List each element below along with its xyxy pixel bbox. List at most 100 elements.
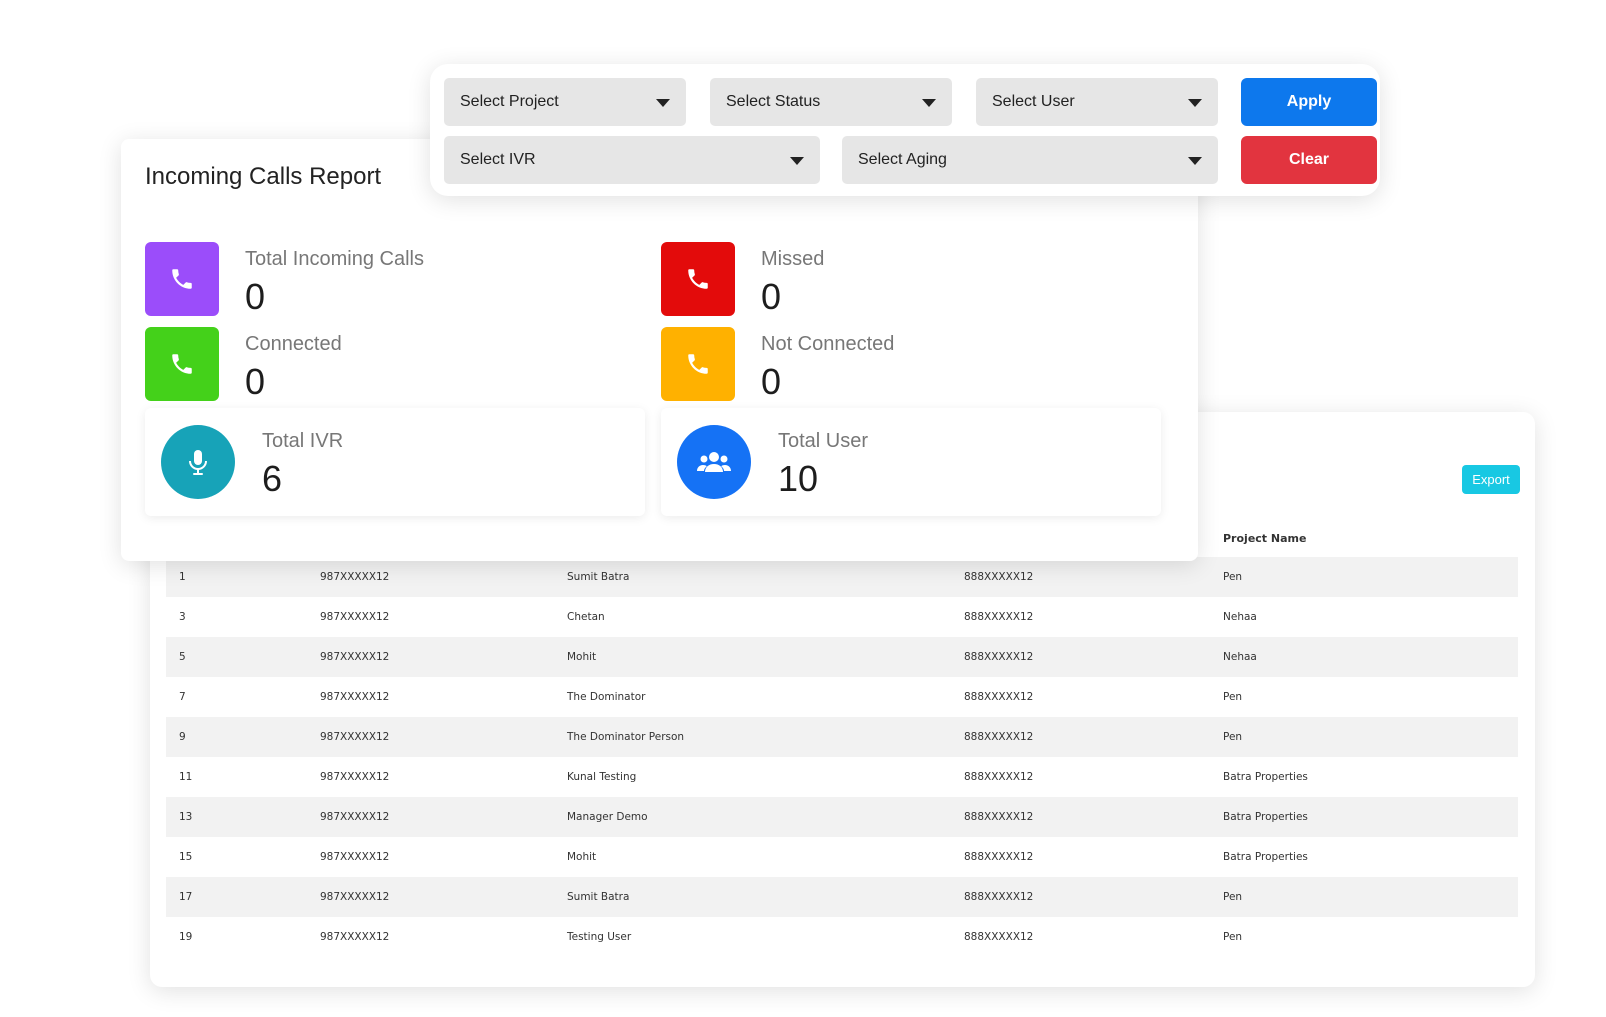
cell-caller-number: 987XXXXX12 bbox=[320, 651, 390, 663]
cell-id: 15 bbox=[179, 851, 193, 863]
cell-project: Batra Properties bbox=[1223, 811, 1308, 823]
cell-name: Manager Demo bbox=[567, 811, 648, 823]
table-row[interactable]: 5 987XXXXX12 Mohit 888XXXXX12 Nehaa bbox=[166, 637, 1518, 677]
select-ivr-label: Select IVR bbox=[460, 151, 536, 168]
cell-caller-number: 987XXXXX12 bbox=[320, 731, 390, 743]
phone-icon bbox=[145, 327, 219, 401]
cell-number: 888XXXXX12 bbox=[964, 731, 1034, 743]
phone-icon bbox=[661, 242, 735, 316]
cell-number: 888XXXXX12 bbox=[964, 611, 1034, 623]
stat-label: Missed bbox=[761, 248, 825, 270]
select-aging-label: Select Aging bbox=[858, 151, 947, 168]
stat-value: 0 bbox=[245, 361, 266, 402]
cell-id: 3 bbox=[179, 611, 186, 623]
stat-label: Total IVR bbox=[262, 430, 344, 452]
select-status-dropdown[interactable]: Select Status bbox=[710, 78, 952, 126]
select-user-label: Select User bbox=[992, 93, 1075, 110]
cell-project: Batra Properties bbox=[1223, 771, 1308, 783]
microphone-icon bbox=[161, 425, 235, 499]
cell-name: Kunal Testing bbox=[567, 771, 637, 783]
cell-id: 11 bbox=[179, 771, 193, 783]
page-title: Incoming Calls Report bbox=[145, 163, 382, 190]
table-row[interactable]: 13 987XXXXX12 Manager Demo 888XXXXX12 Ba… bbox=[166, 797, 1518, 837]
cell-name: Mohit bbox=[567, 651, 597, 663]
cell-caller-number: 987XXXXX12 bbox=[320, 571, 390, 583]
cell-id: 17 bbox=[179, 891, 193, 903]
table-row[interactable]: 7 987XXXXX12 The Dominator 888XXXXX12 Pe… bbox=[166, 677, 1518, 717]
stat-value: 0 bbox=[245, 276, 266, 317]
cell-number: 888XXXXX12 bbox=[964, 891, 1034, 903]
caret-down-icon bbox=[656, 99, 670, 107]
caret-down-icon bbox=[1188, 157, 1202, 165]
cell-number: 888XXXXX12 bbox=[964, 811, 1034, 823]
stat-total-user: Total User 10 bbox=[661, 408, 1161, 516]
cell-name: Sumit Batra bbox=[567, 571, 630, 583]
stat-value: 6 bbox=[262, 458, 283, 499]
caret-down-icon bbox=[790, 157, 804, 165]
stat-label: Total User bbox=[778, 430, 869, 452]
cell-id: 1 bbox=[179, 571, 186, 583]
incoming-calls-report-card: Incoming Calls Report Total Incoming Cal… bbox=[121, 139, 1198, 561]
cell-project: Pen bbox=[1223, 931, 1243, 943]
select-user-dropdown[interactable]: Select User bbox=[976, 78, 1218, 126]
cell-project: Nehaa bbox=[1223, 611, 1257, 623]
table-row[interactable]: 3 987XXXXX12 Chetan 888XXXXX12 Nehaa bbox=[166, 597, 1518, 637]
cell-project: Pen bbox=[1223, 731, 1243, 743]
cell-id: 5 bbox=[179, 651, 186, 663]
cell-name: The Dominator Person bbox=[567, 731, 685, 743]
cell-name: Testing User bbox=[567, 931, 632, 943]
caret-down-icon bbox=[1188, 99, 1202, 107]
clear-button[interactable]: Clear bbox=[1241, 136, 1377, 184]
cell-name: Chetan bbox=[567, 611, 605, 623]
cell-project: Batra Properties bbox=[1223, 851, 1308, 863]
cell-id: 9 bbox=[179, 731, 186, 743]
table-row[interactable]: 1 987XXXXX12 Sumit Batra 888XXXXX12 Pen bbox=[166, 557, 1518, 597]
cell-project: Pen bbox=[1223, 571, 1243, 583]
stat-label: Not Connected bbox=[761, 333, 895, 355]
select-ivr-dropdown[interactable]: Select IVR bbox=[444, 136, 820, 184]
users-icon bbox=[677, 425, 751, 499]
export-button[interactable]: Export bbox=[1462, 465, 1520, 494]
select-status-label: Select Status bbox=[726, 93, 821, 110]
table-row[interactable]: 15 987XXXXX12 Mohit 888XXXXX12 Batra Pro… bbox=[166, 837, 1518, 877]
filter-panel: Select Project Select Status Select User… bbox=[430, 64, 1380, 196]
cell-number: 888XXXXX12 bbox=[964, 771, 1034, 783]
stat-value: 10 bbox=[778, 458, 819, 499]
cell-caller-number: 987XXXXX12 bbox=[320, 851, 390, 863]
apply-button[interactable]: Apply bbox=[1241, 78, 1377, 126]
table-row[interactable]: 9 987XXXXX12 The Dominator Person 888XXX… bbox=[166, 717, 1518, 757]
calls-table-body: 1 987XXXXX12 Sumit Batra 888XXXXX12 Pen … bbox=[166, 557, 1518, 957]
cell-caller-number: 987XXXXX12 bbox=[320, 611, 390, 623]
cell-caller-number: 987XXXXX12 bbox=[320, 891, 390, 903]
stat-value: 0 bbox=[761, 276, 782, 317]
stat-total-ivr: Total IVR 6 bbox=[145, 408, 645, 516]
table-row[interactable]: 17 987XXXXX12 Sumit Batra 888XXXXX12 Pen bbox=[166, 877, 1518, 917]
cell-caller-number: 987XXXXX12 bbox=[320, 691, 390, 703]
cell-project: Nehaa bbox=[1223, 651, 1257, 663]
cell-name: Mohit bbox=[567, 851, 597, 863]
caret-down-icon bbox=[922, 99, 936, 107]
select-project-label: Select Project bbox=[460, 93, 559, 110]
stat-label: Connected bbox=[245, 333, 342, 355]
stat-label: Total Incoming Calls bbox=[245, 248, 424, 270]
cell-number: 888XXXXX12 bbox=[964, 571, 1034, 583]
cell-name: The Dominator bbox=[567, 691, 646, 703]
phone-icon bbox=[661, 327, 735, 401]
cell-number: 888XXXXX12 bbox=[964, 931, 1034, 943]
cell-project: Pen bbox=[1223, 891, 1243, 903]
select-aging-dropdown[interactable]: Select Aging bbox=[842, 136, 1218, 184]
column-header-project-name: Project Name bbox=[1223, 532, 1307, 545]
cell-caller-number: 987XXXXX12 bbox=[320, 811, 390, 823]
cell-project: Pen bbox=[1223, 691, 1243, 703]
cell-id: 19 bbox=[179, 931, 193, 943]
cell-caller-number: 987XXXXX12 bbox=[320, 931, 390, 943]
cell-id: 7 bbox=[179, 691, 186, 703]
table-row[interactable]: 11 987XXXXX12 Kunal Testing 888XXXXX12 B… bbox=[166, 757, 1518, 797]
table-row[interactable]: 19 987XXXXX12 Testing User 888XXXXX12 Pe… bbox=[166, 917, 1518, 957]
phone-icon bbox=[145, 242, 219, 316]
cell-number: 888XXXXX12 bbox=[964, 651, 1034, 663]
cell-number: 888XXXXX12 bbox=[964, 851, 1034, 863]
stat-value: 0 bbox=[761, 361, 782, 402]
select-project-dropdown[interactable]: Select Project bbox=[444, 78, 686, 126]
cell-caller-number: 987XXXXX12 bbox=[320, 771, 390, 783]
